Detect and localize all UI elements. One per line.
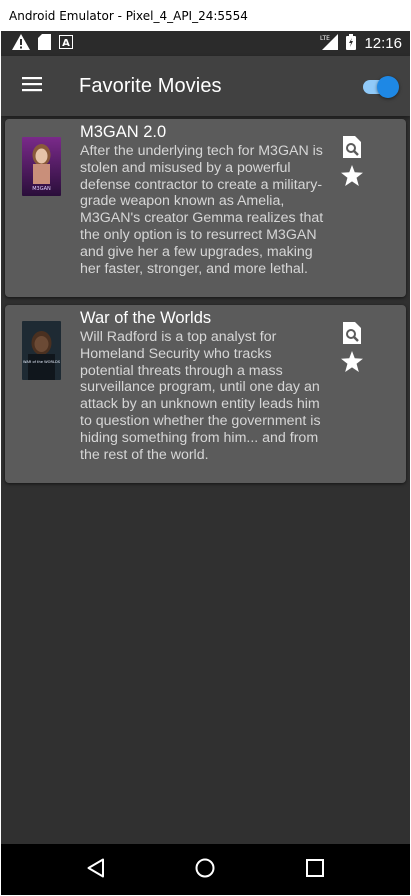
recents-button[interactable] (295, 850, 335, 890)
status-left-icons: A (12, 33, 73, 54)
status-bar: A LTE 12:16 (1, 31, 410, 56)
find-in-page-button[interactable] (341, 136, 363, 162)
favorite-star-button[interactable] (341, 164, 363, 190)
emulator-window-title: Android Emulator - Pixel_4_API_24:5554 (0, 0, 411, 31)
menu-button[interactable] (4, 56, 60, 116)
lte-signal-icon: LTE (320, 33, 339, 54)
toggle-thumb (377, 76, 399, 98)
sd-card-icon (38, 33, 51, 54)
theme-toggle-switch[interactable] (360, 75, 400, 98)
recents-icon (306, 858, 325, 881)
hamburger-menu-icon (22, 76, 42, 96)
find-in-page-icon (343, 322, 361, 348)
back-button[interactable] (76, 850, 116, 890)
warning-icon (12, 33, 30, 54)
movie-poster: WAR of the WORLDS (22, 321, 61, 380)
movie-title: War of the Worlds (80, 309, 212, 327)
movie-description: After the underlying tech for M3GAN is s… (80, 143, 324, 277)
movie-poster: M3GAN (22, 137, 61, 196)
movie-title: M3GAN 2.0 (80, 123, 167, 141)
window-title-text: Android Emulator - Pixel_4_API_24:5554 (9, 8, 248, 23)
find-in-page-button[interactable] (341, 322, 363, 348)
device-screen: A LTE 12:16 Favorite Movies M3GAN M3GAN … (1, 31, 410, 895)
favorite-star-button[interactable] (341, 350, 363, 376)
svg-text:M3GAN: M3GAN (32, 186, 51, 192)
text-a-icon: A (59, 34, 73, 53)
star-icon (341, 164, 363, 190)
movie-description: Will Radford is a top analyst for Homela… (80, 329, 321, 463)
movie-card[interactable]: M3GAN M3GAN 2.0 After the underlying tec… (5, 119, 406, 297)
system-nav-bar (1, 844, 410, 895)
back-icon (87, 858, 105, 882)
page-title: Favorite Movies (79, 74, 222, 97)
svg-text:A: A (62, 38, 70, 49)
status-right-icons: LTE 12:16 (320, 33, 402, 54)
find-in-page-icon (343, 136, 361, 162)
app-bar: Favorite Movies (1, 56, 410, 116)
clock: 12:16 (364, 35, 402, 52)
star-icon (341, 350, 363, 376)
home-icon (195, 858, 215, 882)
battery-icon (346, 33, 357, 54)
movie-card[interactable]: WAR of the WORLDS War of the Worlds Will… (5, 305, 406, 483)
svg-text:LTE: LTE (320, 35, 330, 42)
svg-text:WAR of the WORLDS: WAR of the WORLDS (23, 360, 61, 364)
home-button[interactable] (185, 850, 225, 890)
